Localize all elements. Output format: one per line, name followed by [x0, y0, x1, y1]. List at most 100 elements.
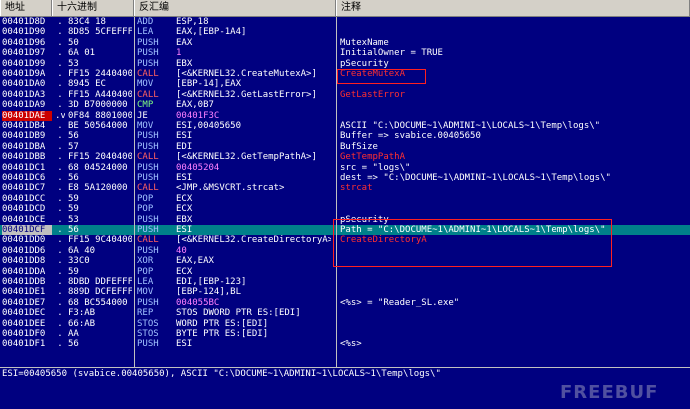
operands-cell: [<&KERNEL32.GetLastError>]	[176, 89, 317, 100]
column-header-comment[interactable]: 注释	[336, 0, 690, 16]
address-cell: 00401DCF	[2, 225, 52, 236]
disassembly-grid[interactable]: 00401D8D. 83C4 18 ADD ESP,18 00401D90. 8D85 5…	[0, 17, 690, 367]
jump-marker: .	[57, 17, 63, 27]
jump-marker: .	[57, 141, 63, 152]
operands-cell: BYTE PTR ES:[EDI]	[176, 329, 269, 339]
hex-bytes-cell: 3D B7000000	[68, 100, 128, 111]
operands-cell: EDI,[EBP-123]	[176, 277, 247, 287]
operands-cell: ESI	[176, 131, 193, 142]
disassembly-row[interactable]: 00401DD0. FF15 9C404000 CALL [<&KERNEL32.Cr…	[0, 235, 690, 245]
mnemonic-cell: PUSH	[137, 225, 159, 235]
mnemonic-cell: PUSH	[137, 48, 159, 59]
disassembly-row[interactable]: 00401DE7. 68 BC554000 PUSH 004055BC <%s> = "…	[0, 298, 690, 308]
mnemonic-cell: PUSH	[137, 297, 159, 308]
comment-cell	[340, 204, 690, 214]
status-bar: ESI=00405650 (svabice.00405650), ASCII "…	[0, 367, 690, 380]
disassembly-row[interactable]: 00401DB9. 56 PUSH ESI Buffer => svabice.0040…	[0, 131, 690, 141]
comment-cell	[340, 17, 690, 27]
disassembly-row[interactable]: 00401DCC. 59 POP ECX	[0, 194, 690, 204]
disassembly-row[interactable]: 00401DE1. 889D DCFEFFFF MOV [EBP-124],BL	[0, 287, 690, 297]
column-divider	[336, 17, 337, 367]
hex-bytes-cell: 56	[68, 173, 79, 183]
jump-marker: .	[57, 204, 63, 215]
jump-marker: .	[57, 318, 63, 329]
disassembly-row[interactable]: 00401DD6. 6A 40 PUSH 40	[0, 246, 690, 256]
column-header-address[interactable]: 地址	[0, 0, 52, 16]
disassembly-row[interactable]: 00401DDA. 59 POP ECX	[0, 267, 690, 277]
operands-cell: EAX,0B7	[176, 100, 214, 111]
hex-bytes-cell: 53	[68, 214, 79, 225]
mnemonic-cell: LEA	[137, 277, 154, 287]
disassembly-row[interactable]: 00401DCD. 59 POP ECX	[0, 204, 690, 214]
disassembly-row[interactable]: 00401DC1. 68 04524000 PUSH 00405204 src = "l…	[0, 163, 690, 173]
disassembly-row[interactable]: 00401DAE .v 0F84 88010000 JE 00401F3C	[0, 110, 690, 121]
mnemonic-cell: POP	[137, 193, 154, 204]
jump-marker: .	[57, 173, 63, 183]
comment-cell	[340, 319, 690, 329]
hex-bytes-cell: 56	[68, 131, 79, 142]
disassembly-row[interactable]: 00401DEE. 66:AB STOS WORD PTR ES:[EDI]	[0, 319, 690, 329]
disassembly-row[interactable]: 00401DA0. 8945 EC MOV [EBP-14],EAX	[0, 79, 690, 89]
address-cell: 00401DB4	[2, 121, 46, 131]
hex-bytes-cell: AA	[68, 329, 79, 339]
comment-cell: ASCII "C:\DOCUME~1\ADMINI~1\LOCALS~1\Tem…	[340, 121, 601, 131]
disassembly-row[interactable]: 00401DA3. FF15 A4404000 CALL [<&KERNEL32.Ge…	[0, 90, 690, 100]
operands-cell: ESI	[176, 173, 193, 183]
disassembly-row[interactable]: 00401DBA. 57 PUSH EDI BufSize	[0, 142, 690, 152]
disassembly-row[interactable]: 00401DF0. AA STOS BYTE PTR ES:[EDI]	[0, 329, 690, 339]
hex-bytes-cell: 8DBD DDFEFFFF	[68, 277, 132, 287]
address-cell: 00401DC6	[2, 173, 46, 183]
mnemonic-cell: JE	[137, 110, 148, 121]
disassembly-row[interactable]: 00401DCE. 53 PUSH EBX pSecurity	[0, 215, 690, 225]
disassembly-row[interactable]: 00401DB4. BE 50564000 MOV ESI,00405650 ASCII…	[0, 121, 690, 131]
disassembly-row[interactable]: 00401D96. 50 PUSH EAX MutexName	[0, 38, 690, 48]
jump-marker: .	[57, 266, 63, 277]
operands-cell: EAX	[176, 37, 193, 48]
disassembly-row[interactable]: 00401DCF. 56 PUSH ESI Path = "C:\DOCUME~1\AD…	[0, 225, 690, 236]
comment-cell	[340, 79, 690, 89]
disassembly-row[interactable]: 00401DC7. E8 5A120000 CALL <JMP.&MSVCRT.str…	[0, 183, 690, 193]
disassembly-row[interactable]: 00401DBB. FF15 20404000 CALL [<&KERNEL32.Ge…	[0, 152, 690, 162]
comment-cell: Path = "C:\DOCUME~1\ADMINI~1\LOCALS~1\Te…	[340, 225, 606, 235]
disassembly-row[interactable]: 00401DC6. 56 PUSH ESI dest => "C:\DOCUME~1\A…	[0, 173, 690, 183]
operands-cell: [EBP-124],BL	[176, 287, 242, 298]
comment-cell	[340, 100, 690, 110]
disassembly-row[interactable]: 00401DF1. 56 PUSH ESI <%s>	[0, 339, 690, 349]
column-divider	[134, 17, 135, 367]
address-cell: 00401DEC	[2, 308, 46, 319]
disassembly-row[interactable]: 00401D9A. FF15 24404000 CALL [<&KERNEL32.Cr…	[0, 69, 690, 79]
address-cell: 00401DCE	[2, 214, 46, 225]
mnemonic-cell: CALL	[137, 69, 159, 79]
disassembly-row[interactable]: 00401D8D. 83C4 18 ADD ESP,18	[0, 17, 690, 27]
comment-cell	[340, 27, 690, 37]
operands-cell: ESI	[176, 339, 193, 350]
disassembly-row[interactable]: 00401D99. 53 PUSH EBX pSecurity	[0, 59, 690, 69]
column-header-hex[interactable]: 十六进制	[52, 0, 134, 16]
address-cell: 00401DC7	[2, 183, 46, 194]
address-cell: 00401DCC	[2, 193, 46, 204]
disassembly-row[interactable]: 00401D90. 8D85 5CFEFFFF LEA EAX,[EBP-1A4]	[0, 27, 690, 37]
operands-cell: WORD PTR ES:[EDI]	[176, 318, 269, 329]
hex-bytes-cell: 59	[68, 266, 79, 277]
jump-marker: .	[57, 89, 63, 100]
disassembly-row[interactable]: 00401DEC. F3:AB REP STOS DWORD PTR ES:[EDI]	[0, 308, 690, 318]
comment-cell	[340, 308, 690, 318]
address-cell: 00401D9A	[2, 69, 46, 79]
hex-bytes-cell: FF15 24404000	[68, 69, 132, 79]
jump-marker: .	[57, 225, 63, 235]
column-header-disassembly[interactable]: 反汇编	[134, 0, 336, 16]
operands-cell: 004055BC	[176, 297, 220, 308]
address-cell: 00401DD8	[2, 256, 46, 267]
hex-bytes-cell: 889D DCFEFFFF	[68, 287, 132, 298]
disassembly-row[interactable]: 00401D97. 6A 01 PUSH 1 InitialOwner = TRUE	[0, 48, 690, 58]
operands-cell: ESP,18	[176, 17, 209, 27]
comment-cell	[340, 277, 690, 287]
mnemonic-cell: PUSH	[137, 339, 159, 350]
mnemonic-cell: MOV	[137, 121, 154, 131]
address-cell: 00401DC1	[2, 162, 46, 173]
mnemonic-cell: CALL	[137, 89, 159, 100]
disassembly-row[interactable]: 00401DDB. 8DBD DDFEFFFF LEA EDI,[EBP-123]	[0, 277, 690, 287]
address-cell: 00401D97	[2, 48, 46, 59]
disassembly-row[interactable]: 00401DA9. 3D B7000000 CMP EAX,0B7	[0, 100, 690, 110]
disassembly-row[interactable]: 00401DD8. 33C0 XOR EAX,EAX	[0, 256, 690, 266]
